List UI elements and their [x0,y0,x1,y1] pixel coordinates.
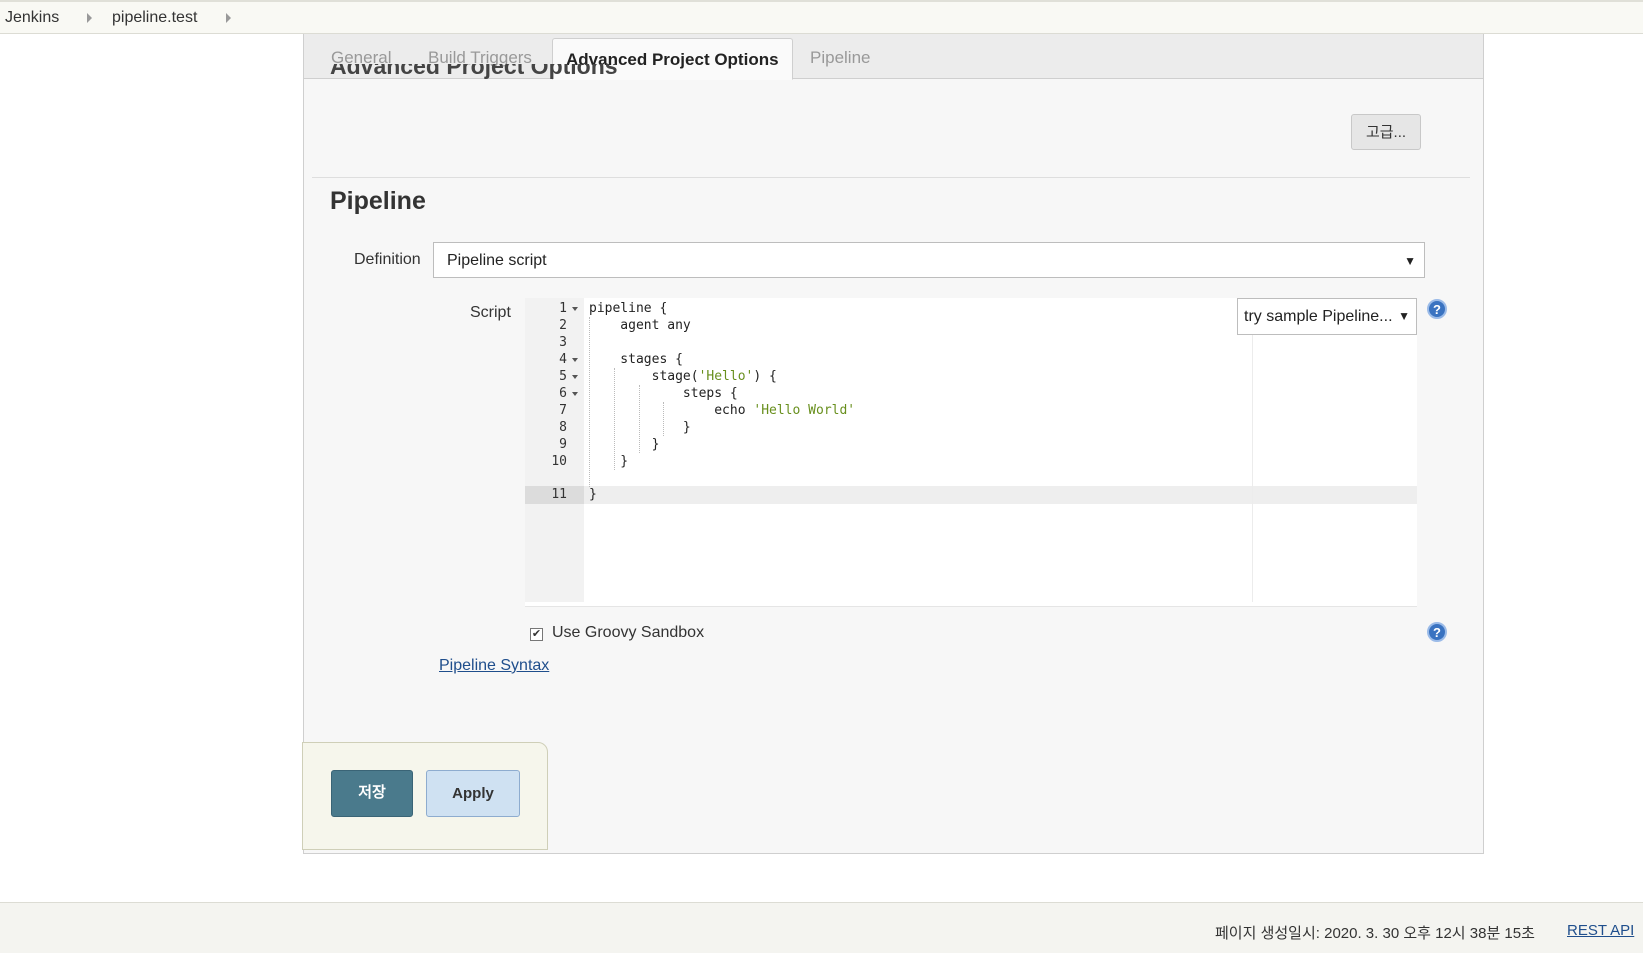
section-divider [312,177,1470,178]
code-line: } [589,420,691,435]
code-line: } [589,487,597,502]
line-number: 1 [559,301,567,316]
sandbox-checkbox[interactable]: ✔ [530,628,543,641]
code-line: stages { [589,352,683,367]
definition-label: Definition [354,251,421,268]
page-footer: 페이지 생성일시: 2020. 3. 30 오후 12시 38분 15초 RES… [0,902,1643,953]
save-button[interactable]: 저장 [331,770,413,817]
fold-arrow-icon[interactable] [572,358,578,362]
form-actions: 저장 Apply [302,742,548,850]
script-editor[interactable]: 1 2 3 4 5 6 7 8 9 10 11 pipeline { agent… [525,298,1417,607]
code-line: agent any [589,318,691,333]
code-line: } [589,437,660,452]
definition-select[interactable]: Pipeline script ▼ [433,242,1425,278]
config-panel: General Build Triggers Advanced Project … [302,34,1484,854]
dropdown-caret-icon: ▼ [1398,309,1410,323]
apply-button[interactable]: Apply [426,770,520,817]
line-number: 8 [559,420,567,435]
breadcrumb: Jenkins pipeline.test [0,0,1643,34]
line-number: 2 [559,318,567,333]
sandbox-label: Use Groovy Sandbox [552,624,705,641]
breadcrumb-job[interactable]: pipeline.test [112,9,197,27]
chevron-right-icon[interactable] [226,13,231,23]
advanced-section-heading: Advanced Project Options [330,64,618,79]
sample-pipeline-value: try sample Pipeline... [1244,308,1393,325]
fold-arrow-icon[interactable] [572,307,578,311]
question-help-icon[interactable]: ? [1427,622,1447,642]
active-line-highlight [525,486,1417,504]
line-number: 5 [559,369,567,384]
code-line: steps { [589,386,738,401]
rest-api-link[interactable]: REST API [1567,922,1634,939]
code-line: pipeline { [589,301,668,316]
question-help-icon[interactable]: ? [1427,299,1447,319]
breadcrumb-jenkins[interactable]: Jenkins [5,9,59,27]
line-number: 10 [551,454,567,469]
code-line: echo 'Hello World' [589,402,855,420]
fold-arrow-icon[interactable] [572,392,578,396]
line-number: 11 [551,487,567,502]
advanced-button[interactable]: 고급... [1351,114,1421,150]
pipeline-syntax-link[interactable]: Pipeline Syntax [439,657,549,675]
tab-pipeline[interactable]: Pipeline [810,34,871,79]
dropdown-caret-icon: ▼ [1404,254,1416,268]
fold-arrow-icon[interactable] [572,375,578,379]
code-text: echo [589,403,754,418]
sample-pipeline-select[interactable]: try sample Pipeline... ▼ [1237,298,1417,335]
definition-value: Pipeline script [447,252,547,269]
chevron-right-icon [87,13,92,23]
line-number: 6 [559,386,567,401]
line-number: 9 [559,437,567,452]
code-line: stage('Hello') { [589,368,777,386]
code-text: ) { [753,369,777,384]
pipeline-section-title: Pipeline [330,187,426,215]
code-string: 'Hello World' [753,403,856,418]
print-margin [1252,298,1253,602]
line-number: 7 [559,403,567,418]
code-line: } [589,454,629,469]
line-number: 4 [559,352,567,367]
line-number: 3 [559,335,567,350]
page-generated-time: 페이지 생성일시: 2020. 3. 30 오후 12시 38분 15초 [1215,925,1535,942]
script-label: Script [470,304,511,321]
code-string: 'Hello' [698,369,754,384]
code-text: stage( [589,369,699,384]
